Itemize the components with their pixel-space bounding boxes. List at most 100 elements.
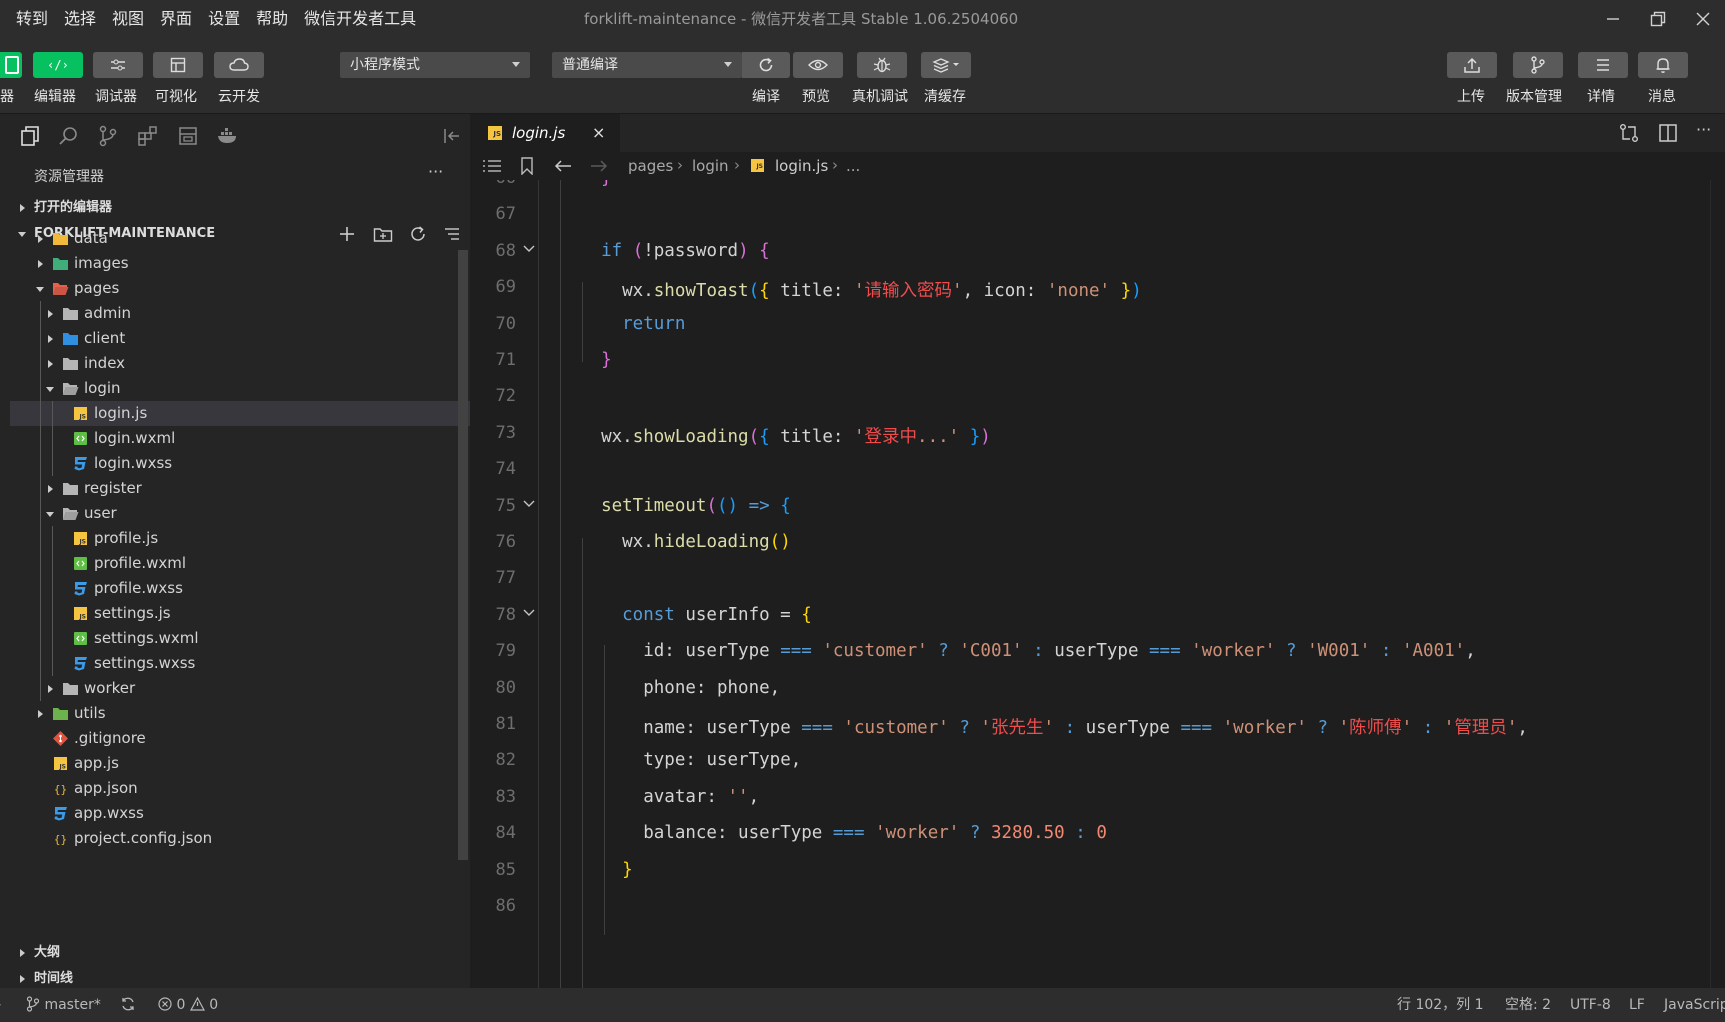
mode-select[interactable]: 小程序模式 bbox=[340, 52, 530, 78]
close-tab-icon[interactable]: × bbox=[592, 123, 605, 142]
tree-file[interactable]: JS login.js bbox=[10, 401, 470, 426]
version-button[interactable] bbox=[1513, 52, 1563, 78]
tree-file[interactable]: login.wxml bbox=[10, 426, 470, 451]
visual-button[interactable] bbox=[153, 52, 203, 78]
code-line: const userInfo = { bbox=[580, 605, 812, 625]
sync-icon[interactable] bbox=[120, 988, 136, 1022]
outline-section[interactable]: 大纲 bbox=[0, 941, 470, 965]
tree-file[interactable]: settings.wxss bbox=[10, 651, 470, 676]
outline-list-icon[interactable] bbox=[482, 158, 502, 178]
menu-item[interactable]: 设置 bbox=[208, 0, 240, 38]
restore-button[interactable] bbox=[1635, 0, 1680, 38]
source-control-icon[interactable] bbox=[96, 124, 120, 148]
open-editors-section[interactable]: 打开的编辑器 bbox=[0, 196, 470, 220]
remote-indicator-icon[interactable]: › bbox=[0, 988, 2, 1022]
clear-cache-button[interactable] bbox=[921, 52, 971, 78]
tree-folder[interactable]: login bbox=[10, 376, 470, 401]
code-token: } bbox=[580, 180, 612, 188]
close-window-button[interactable] bbox=[1680, 0, 1725, 38]
tree-file[interactable]: {} project.config.json bbox=[10, 826, 470, 851]
bookmark-icon[interactable] bbox=[520, 157, 534, 179]
eol[interactable]: LF bbox=[1629, 988, 1645, 1022]
compile-select[interactable]: 普通编译 bbox=[552, 52, 742, 78]
code-icon: ‹/› bbox=[47, 58, 69, 72]
tree-folder[interactable]: client bbox=[10, 326, 470, 351]
code-token: ? bbox=[1286, 641, 1297, 662]
remote-debug-button[interactable] bbox=[857, 52, 907, 78]
tree-file[interactable]: profile.wxss bbox=[10, 576, 470, 601]
fold-chevron-icon[interactable] bbox=[522, 242, 536, 256]
tree-folder[interactable]: index bbox=[10, 351, 470, 376]
fold-chevron-icon[interactable] bbox=[522, 497, 536, 511]
fold-chevron-icon[interactable] bbox=[522, 606, 536, 620]
messages-button[interactable] bbox=[1638, 52, 1688, 78]
tree-file[interactable]: app.wxss bbox=[10, 801, 470, 826]
code-token: !password bbox=[643, 240, 739, 261]
collapse-sidebar-icon[interactable] bbox=[440, 124, 464, 148]
tree-folder[interactable]: register bbox=[10, 476, 470, 501]
more-icon[interactable]: ··· bbox=[1696, 120, 1711, 139]
forward-arrow-icon[interactable] bbox=[590, 158, 608, 178]
tree-folder[interactable]: utils bbox=[10, 701, 470, 726]
code-token: 'worker' bbox=[875, 823, 960, 844]
menu-item[interactable]: 界面 bbox=[160, 0, 192, 38]
tree-folder[interactable]: admin bbox=[10, 301, 470, 326]
tree-folder[interactable]: data bbox=[10, 226, 470, 251]
tree-folder[interactable]: images bbox=[10, 251, 470, 276]
tree-file[interactable]: login.wxss bbox=[10, 451, 470, 476]
menu-item[interactable]: 微信开发者工具 bbox=[304, 0, 416, 38]
language-mode[interactable]: JavaScript bbox=[1664, 988, 1725, 1022]
storage-icon[interactable] bbox=[176, 124, 200, 148]
menu-item[interactable]: 帮助 bbox=[256, 0, 288, 38]
breadcrumb-item[interactable]: login.js bbox=[775, 157, 828, 175]
tree-folder[interactable]: pages bbox=[10, 276, 470, 301]
encoding[interactable]: UTF-8 bbox=[1570, 988, 1611, 1022]
upload-button[interactable] bbox=[1447, 52, 1497, 78]
back-arrow-icon[interactable] bbox=[554, 158, 572, 178]
debugger-button[interactable] bbox=[93, 52, 143, 78]
breadcrumb-item[interactable]: login bbox=[692, 157, 729, 175]
code-token: ( bbox=[748, 281, 760, 302]
compile-button[interactable] bbox=[742, 52, 790, 78]
code-token: , bbox=[1517, 718, 1528, 738]
tree-file[interactable]: .gitignore bbox=[10, 726, 470, 751]
tree-folder[interactable]: user bbox=[10, 501, 470, 526]
editor-scrollbar[interactable] bbox=[1710, 180, 1725, 988]
code-area[interactable]: 66 }6768 if (!password) {69 wx.showToast… bbox=[472, 180, 1725, 988]
svg-text:JS: JS bbox=[78, 614, 86, 621]
tree-file[interactable]: settings.wxml bbox=[10, 626, 470, 651]
more-actions-icon[interactable]: ··· bbox=[428, 162, 443, 181]
editor-button[interactable]: ‹/› bbox=[33, 52, 83, 78]
menu-item[interactable]: 选择 bbox=[64, 0, 96, 38]
cursor-position[interactable]: 行 102，列 1 bbox=[1397, 988, 1484, 1022]
tree-file[interactable]: {} app.json bbox=[10, 776, 470, 801]
breadcrumb-item[interactable]: ... bbox=[846, 157, 860, 175]
details-button[interactable] bbox=[1578, 52, 1628, 78]
tree-file[interactable]: JS profile.js bbox=[10, 526, 470, 551]
explorer-icon[interactable] bbox=[18, 124, 42, 148]
extensions-icon[interactable] bbox=[136, 124, 160, 148]
tree-file[interactable]: JS settings.js bbox=[10, 601, 470, 626]
docker-icon[interactable] bbox=[216, 124, 240, 148]
breadcrumb-item[interactable]: pages bbox=[628, 157, 673, 175]
sidebar-scrollbar[interactable] bbox=[458, 250, 468, 860]
menu-item[interactable]: 转到 bbox=[16, 0, 48, 38]
minimize-button[interactable] bbox=[1590, 0, 1635, 38]
tree-folder[interactable]: worker bbox=[10, 676, 470, 701]
menu-item[interactable]: 视图 bbox=[112, 0, 144, 38]
problems-status[interactable]: 0 0 bbox=[158, 988, 218, 1022]
branch-status[interactable]: master* bbox=[26, 988, 101, 1022]
split-editor-icon[interactable] bbox=[1658, 123, 1678, 147]
tree-file[interactable]: profile.wxml bbox=[10, 551, 470, 576]
search-icon[interactable] bbox=[56, 124, 80, 148]
code-token: ' bbox=[980, 718, 991, 738]
tab-login-js[interactable]: JS login.js × bbox=[472, 114, 620, 152]
indent-setting[interactable]: 空格: 2 bbox=[1505, 988, 1551, 1022]
compare-icon[interactable] bbox=[1618, 123, 1640, 147]
code-token: === bbox=[832, 823, 865, 844]
preview-button[interactable] bbox=[793, 52, 843, 78]
simulator-button[interactable] bbox=[0, 52, 22, 78]
tree-file[interactable]: JS app.js bbox=[10, 751, 470, 776]
cloud-button[interactable] bbox=[214, 52, 264, 78]
